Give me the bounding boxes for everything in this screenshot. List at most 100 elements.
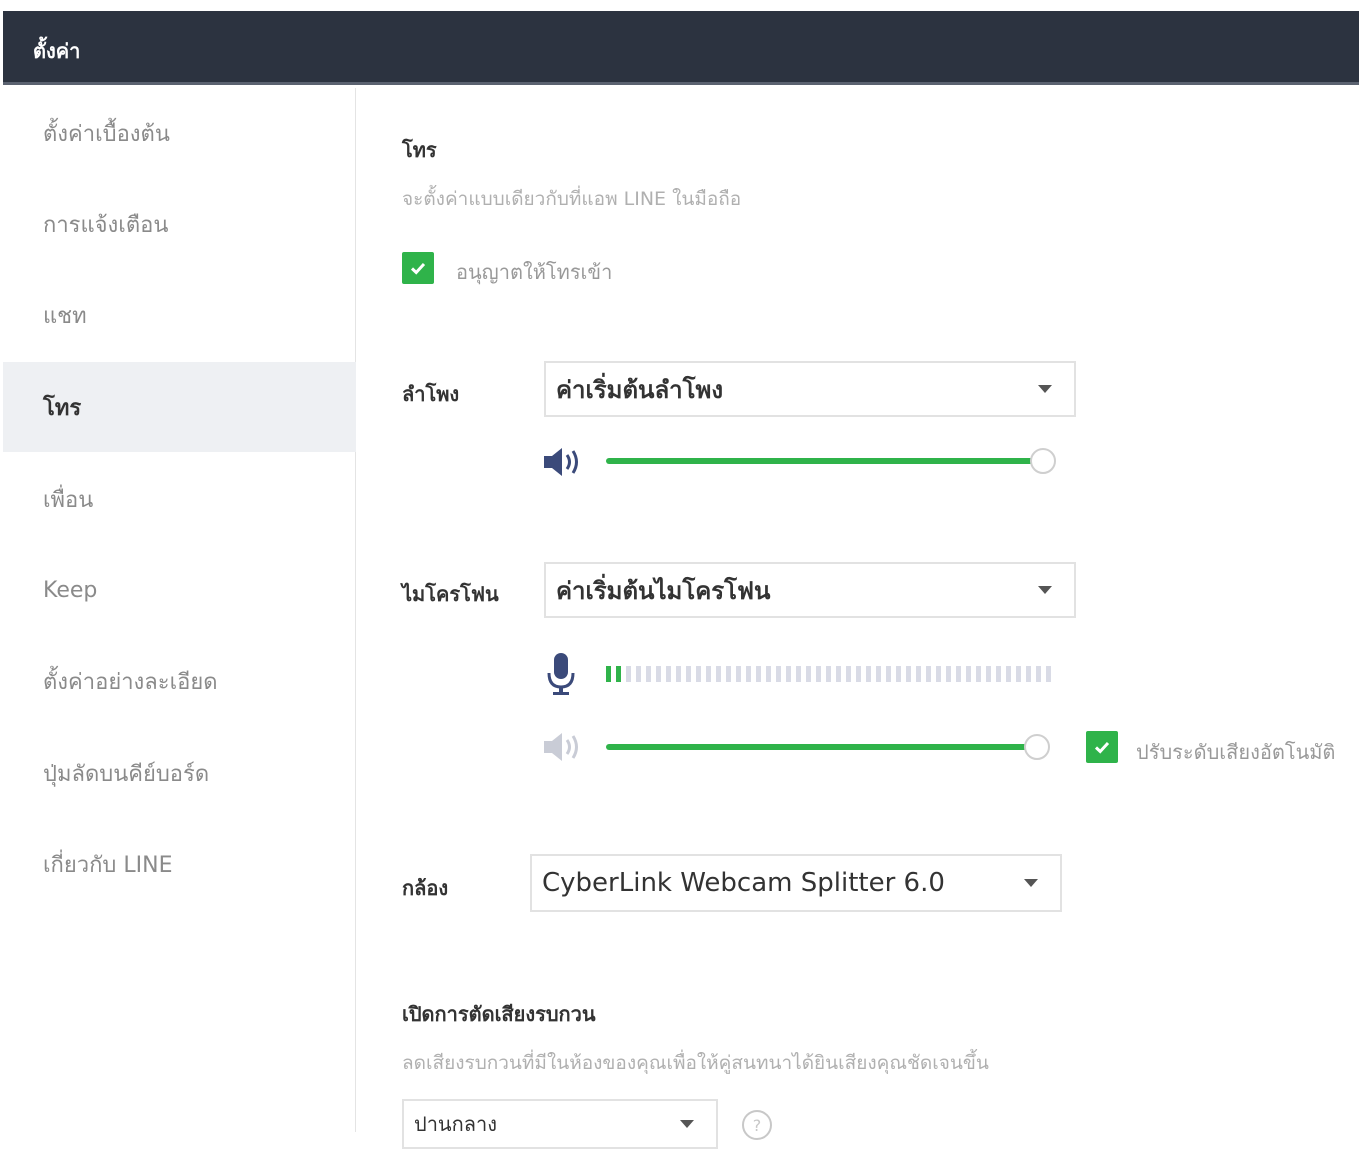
- sidebar-item-label: โทร: [43, 395, 82, 421]
- meter-segment: [616, 666, 621, 682]
- microphone-label: ไมโครโฟน: [402, 582, 499, 606]
- call-section-title: โทร: [402, 138, 437, 162]
- meter-segment: [766, 666, 771, 682]
- meter-segment: [936, 666, 941, 682]
- sidebar-item-label: Keep: [43, 577, 98, 603]
- window-title: ตั้งค่า: [33, 39, 81, 63]
- meter-segment: [716, 666, 721, 682]
- meter-segment: [906, 666, 911, 682]
- noise-section-title: เปิดการตัดเสียงรบกวน: [402, 1002, 596, 1026]
- meter-segment: [676, 666, 681, 682]
- microphone-level-meter: [606, 666, 1051, 682]
- call-section-description: จะตั้งค่าแบบเดียวกับที่แอพ LINE ในมือถือ: [402, 188, 742, 210]
- microphone-icon: [547, 653, 575, 695]
- microphone-volume-fill: [606, 744, 1037, 750]
- main-panel: โทร จะตั้งค่าแบบเดียวกับที่แอพ LINE ในมื…: [356, 88, 1359, 1149]
- sidebar-item-label: การแจ้งเตือน: [43, 212, 169, 238]
- title-bar: ตั้งค่า: [3, 11, 1359, 85]
- noise-section-description: ลดเสียงรบกวนที่มีในห้องของคุณเพื่อให้คู่…: [402, 1052, 989, 1074]
- checkmark-icon: [1094, 741, 1110, 754]
- microphone-volume-slider[interactable]: [606, 734, 1050, 760]
- meter-segment: [816, 666, 821, 682]
- sidebar-item-general[interactable]: ตั้งค่าเบื้องต้น: [3, 88, 356, 178]
- dropdown-arrow-icon: [1038, 586, 1052, 594]
- dropdown-arrow-icon: [680, 1120, 694, 1128]
- speaker-volume-slider[interactable]: [606, 448, 1056, 474]
- dropdown-arrow-icon: [1038, 385, 1052, 393]
- meter-segment: [666, 666, 671, 682]
- meter-segment: [606, 666, 611, 682]
- auto-adjust-checkbox[interactable]: [1086, 731, 1118, 763]
- meter-segment: [886, 666, 891, 682]
- noise-level-select[interactable]: ปานกลาง: [402, 1099, 718, 1149]
- sidebar-item-label: เกี่ยวกับ LINE: [43, 852, 173, 878]
- sidebar: ตั้งค่าเบื้องต้น การแจ้งเตือน แชท โทร เพ…: [3, 88, 356, 1132]
- meter-segment: [946, 666, 951, 682]
- meter-segment: [736, 666, 741, 682]
- speaker-volume-knob[interactable]: [1030, 448, 1056, 474]
- allow-incoming-label: อนุญาตให้โทรเข้า: [456, 260, 613, 284]
- meter-segment: [626, 666, 631, 682]
- meter-segment: [786, 666, 791, 682]
- sidebar-item-friends[interactable]: เพื่อน: [3, 454, 356, 544]
- checkmark-icon: [410, 262, 426, 275]
- meter-segment: [866, 666, 871, 682]
- meter-segment: [796, 666, 801, 682]
- meter-segment: [1016, 666, 1021, 682]
- microphone-select[interactable]: ค่าเริ่มต้นไมโครโฟน: [544, 562, 1076, 618]
- meter-segment: [856, 666, 861, 682]
- meter-segment: [846, 666, 851, 682]
- auto-adjust-label: ปรับระดับเสียงอัตโนมัติ: [1136, 740, 1336, 764]
- sidebar-item-label: เพื่อน: [43, 487, 94, 513]
- meter-segment: [726, 666, 731, 682]
- meter-segment: [686, 666, 691, 682]
- camera-select[interactable]: CyberLink Webcam Splitter 6.0: [530, 854, 1062, 912]
- sidebar-item-label: ตั้งค่าเบื้องต้น: [43, 121, 170, 147]
- allow-incoming-checkbox[interactable]: [402, 252, 434, 284]
- speaker-label: ลำโพง: [402, 382, 460, 406]
- meter-segment: [646, 666, 651, 682]
- meter-segment: [926, 666, 931, 682]
- noise-level-value: ปานกลาง: [414, 1112, 497, 1136]
- meter-segment: [826, 666, 831, 682]
- meter-segment: [986, 666, 991, 682]
- microphone-volume-knob[interactable]: [1024, 734, 1050, 760]
- speaker-volume-fill: [606, 458, 1043, 464]
- sidebar-item-label: ตั้งค่าอย่างละเอียด: [43, 669, 218, 695]
- sidebar-item-label: ปุ่มลัดบนคีย์บอร์ด: [43, 761, 210, 787]
- sidebar-item-label: แชท: [43, 303, 87, 329]
- meter-segment: [1036, 666, 1041, 682]
- meter-segment: [1006, 666, 1011, 682]
- meter-segment: [896, 666, 901, 682]
- sidebar-item-calls[interactable]: โทร: [3, 362, 356, 452]
- meter-segment: [636, 666, 641, 682]
- sidebar-item-advanced[interactable]: ตั้งค่าอย่างละเอียด: [3, 636, 356, 726]
- meter-segment: [1046, 666, 1051, 682]
- meter-segment: [1026, 666, 1031, 682]
- meter-segment: [836, 666, 841, 682]
- camera-label: กล้อง: [402, 876, 449, 900]
- speaker-select-value: ค่าเริ่มต้นลำโพง: [556, 375, 724, 404]
- meter-segment: [806, 666, 811, 682]
- sidebar-item-keep[interactable]: Keep: [3, 545, 356, 635]
- meter-segment: [876, 666, 881, 682]
- meter-segment: [956, 666, 961, 682]
- meter-segment: [976, 666, 981, 682]
- dropdown-arrow-icon: [1024, 879, 1038, 887]
- help-icon[interactable]: ?: [742, 1110, 772, 1140]
- speaker-icon: [544, 448, 578, 476]
- meter-segment: [746, 666, 751, 682]
- meter-segment: [696, 666, 701, 682]
- meter-segment: [756, 666, 761, 682]
- sidebar-item-notifications[interactable]: การแจ้งเตือน: [3, 179, 356, 269]
- sidebar-item-chats[interactable]: แชท: [3, 270, 356, 360]
- meter-segment: [996, 666, 1001, 682]
- meter-segment: [776, 666, 781, 682]
- camera-select-value: CyberLink Webcam Splitter 6.0: [542, 868, 945, 898]
- meter-segment: [966, 666, 971, 682]
- microphone-volume-icon: [544, 733, 578, 761]
- microphone-select-value: ค่าเริ่มต้นไมโครโฟน: [556, 576, 771, 605]
- speaker-select[interactable]: ค่าเริ่มต้นลำโพง: [544, 361, 1076, 417]
- sidebar-item-about[interactable]: เกี่ยวกับ LINE: [3, 819, 356, 909]
- sidebar-item-shortcuts[interactable]: ปุ่มลัดบนคีย์บอร์ด: [3, 728, 356, 818]
